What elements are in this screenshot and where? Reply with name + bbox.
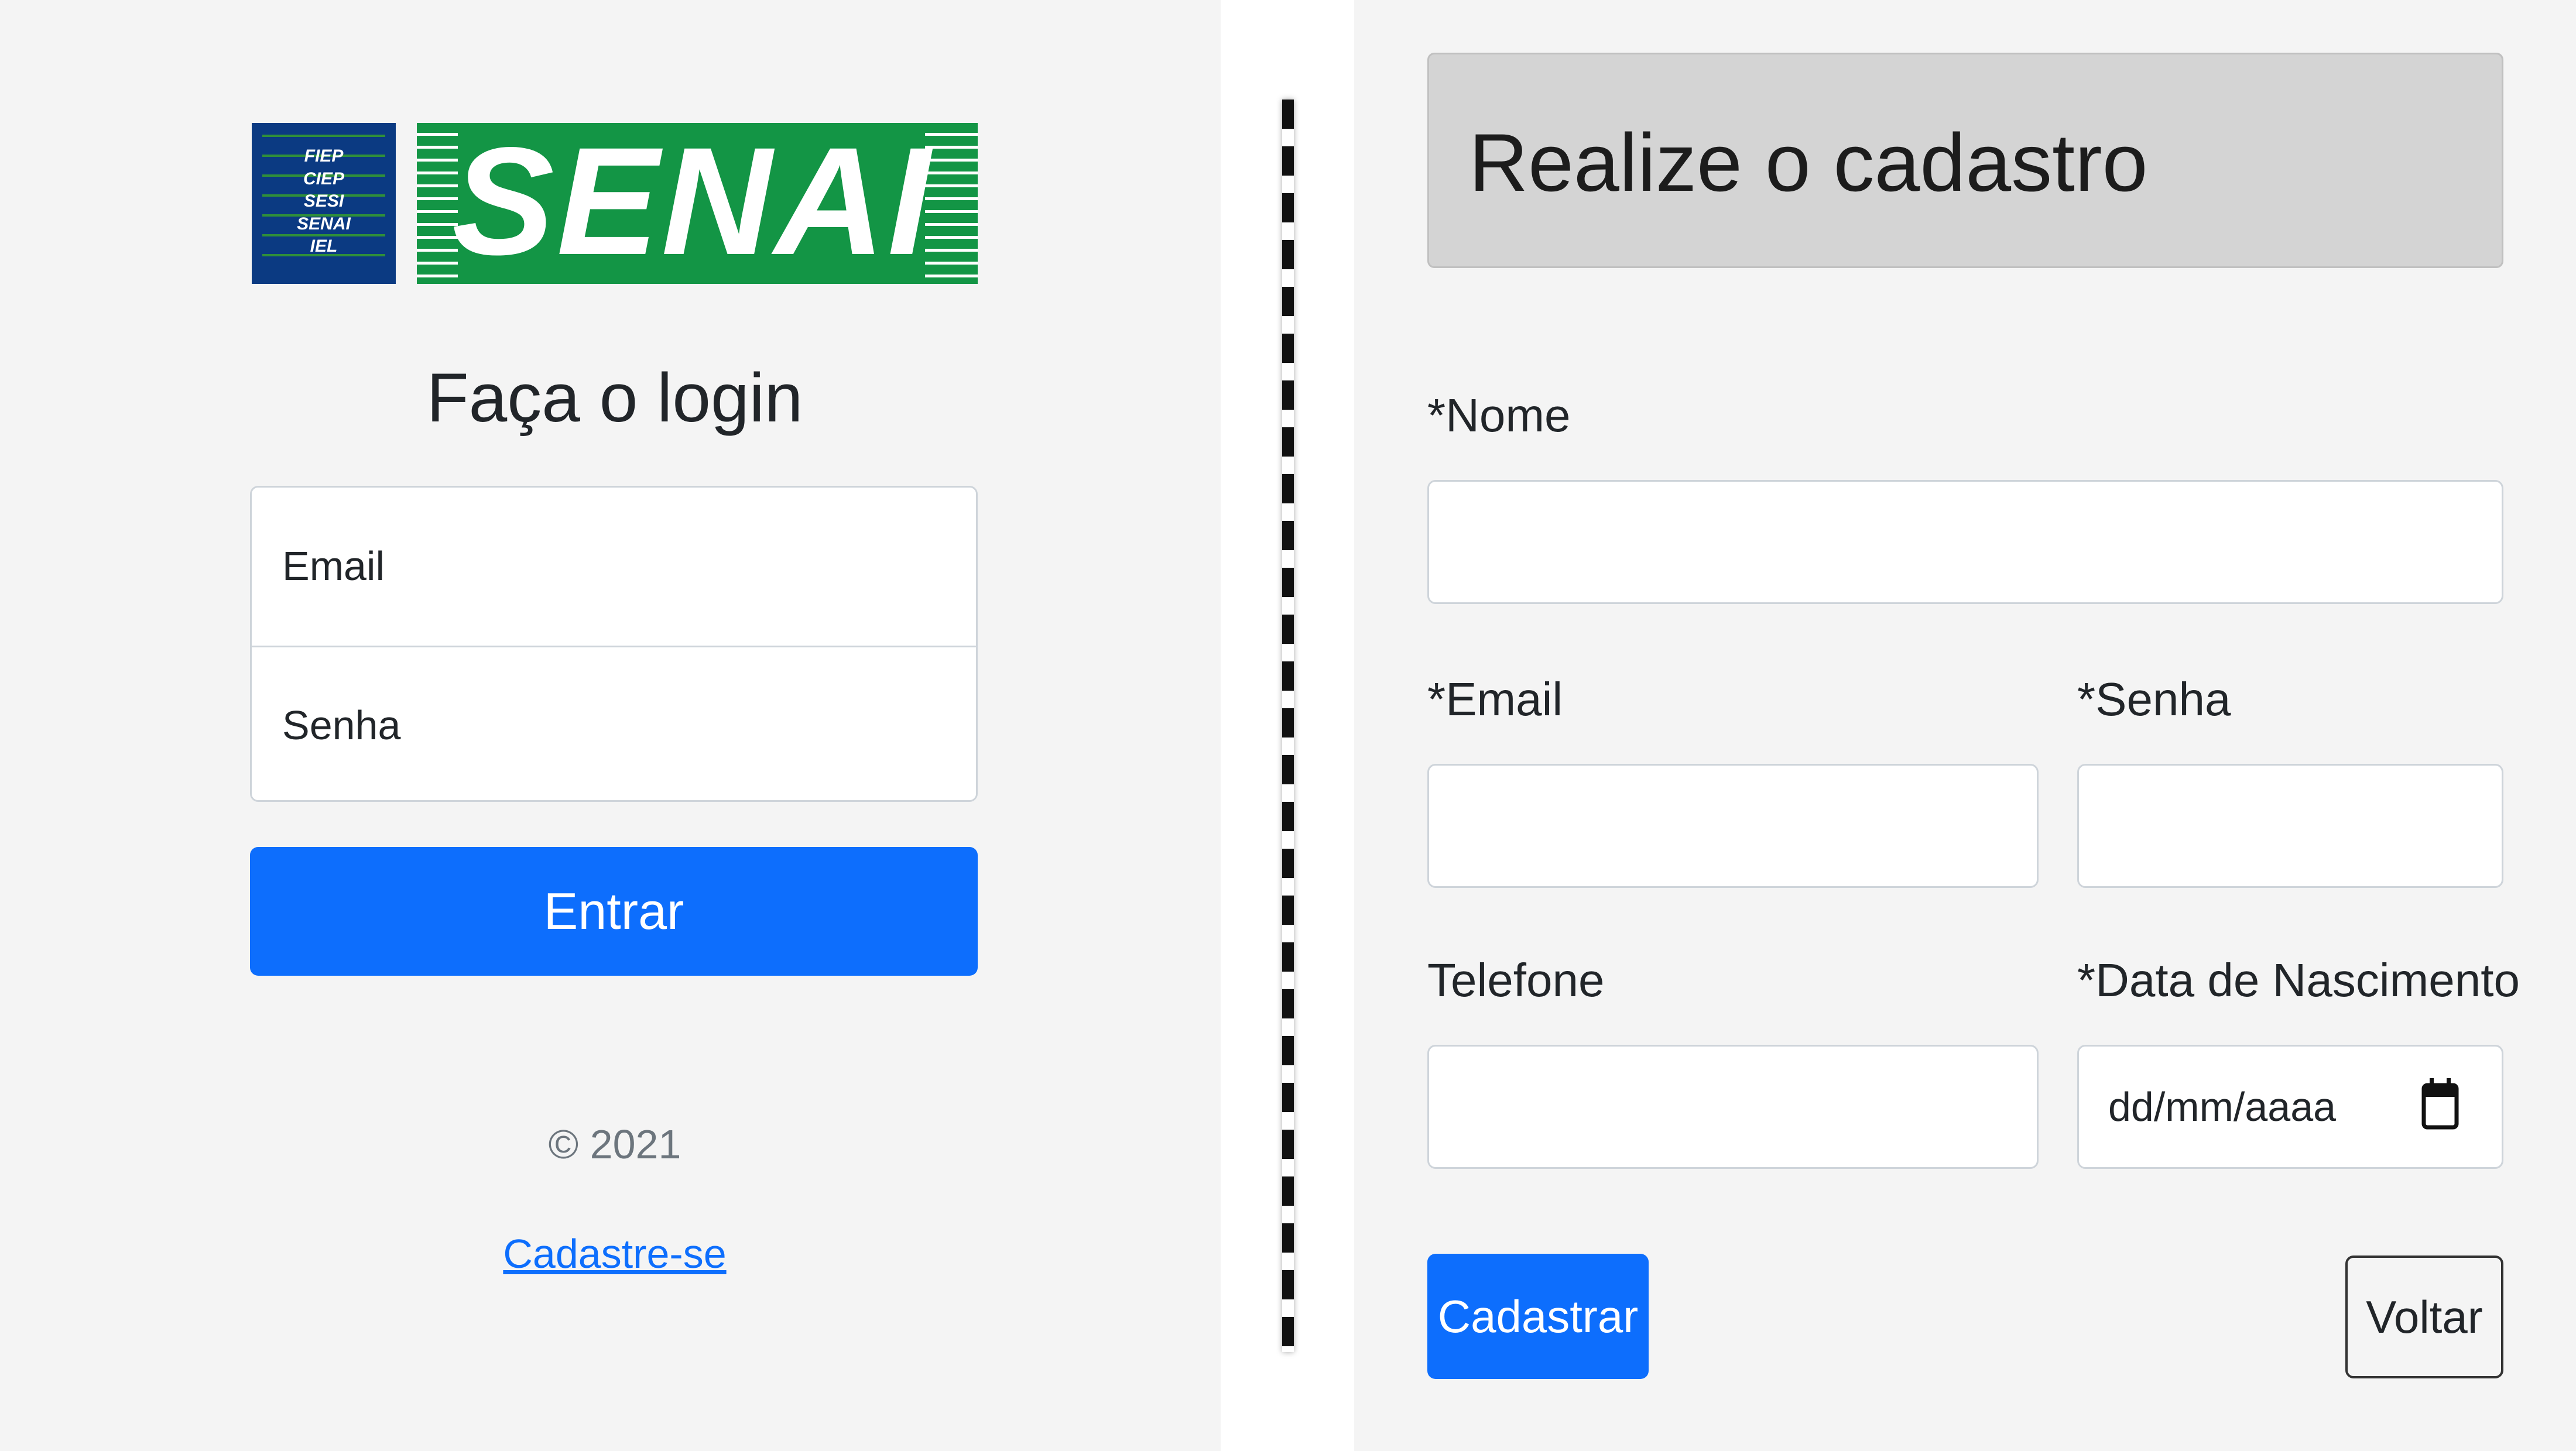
- phone-input[interactable]: [1427, 1045, 2039, 1169]
- birthdate-label: *Data de Nascimento: [2077, 954, 2520, 1006]
- name-label: *Nome: [1427, 389, 1571, 441]
- password-input[interactable]: [252, 646, 976, 800]
- signup-link-container: Cadastre-se: [252, 1224, 978, 1283]
- register-title: Realize o cadastro: [1469, 116, 2148, 208]
- calendar-icon[interactable]: [2421, 1077, 2459, 1131]
- logo-org: SESI: [303, 191, 344, 211]
- copyright-text: © 2021: [548, 1121, 681, 1167]
- fiep-system-logo: FIEP CIEP SESI SENAI IEL: [252, 123, 396, 284]
- senai-wordmark-block: SENAI: [417, 123, 978, 284]
- phone-label: Telefone: [1427, 954, 1605, 1006]
- register-panel: Realize o cadastro *Nome *Email *Senha T…: [1354, 0, 2576, 1451]
- register-password-input[interactable]: [2077, 764, 2503, 888]
- logo-org: IEL: [310, 236, 338, 256]
- email-input[interactable]: [252, 488, 976, 644]
- back-button[interactable]: Voltar: [2345, 1256, 2503, 1378]
- login-button[interactable]: Entrar: [250, 847, 978, 976]
- register-email-input[interactable]: [1427, 764, 2039, 888]
- register-password-label: *Senha: [2077, 673, 2231, 725]
- login-panel: FIEP CIEP SESI SENAI IEL SENAI Faça o lo…: [0, 0, 1221, 1451]
- register-email-label: *Email: [1427, 673, 1563, 725]
- senai-wordmark: SENAI: [452, 123, 933, 284]
- register-button[interactable]: Cadastrar: [1427, 1254, 1649, 1379]
- logo-org: SENAI: [297, 214, 351, 234]
- dashed-divider: [1282, 100, 1294, 1352]
- logo-org: CIEP: [303, 169, 345, 188]
- logo-org: FIEP: [304, 146, 344, 166]
- register-header: Realize o cadastro: [1427, 53, 2503, 268]
- login-title: Faça o login: [426, 359, 803, 437]
- signup-link[interactable]: Cadastre-se: [503, 1231, 726, 1277]
- senai-logo: FIEP CIEP SESI SENAI IEL SENAI: [252, 120, 978, 284]
- login-form-fields: [250, 486, 978, 802]
- name-input[interactable]: [1427, 480, 2503, 604]
